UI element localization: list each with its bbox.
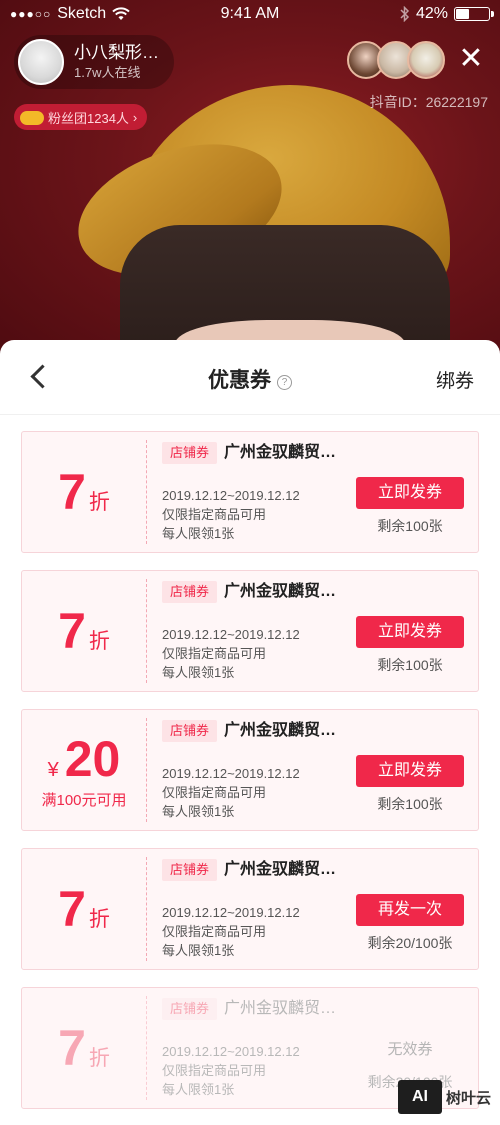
discount-value: 7: [58, 1020, 86, 1076]
coupon-value: ¥ 20 满100元可用: [22, 710, 146, 830]
crown-icon: [20, 109, 44, 125]
sheet-header: 优惠券? 绑券: [0, 340, 500, 415]
claim-limit: 每人限领1张: [162, 526, 235, 541]
claim-limit: 每人限领1张: [162, 1082, 235, 1097]
carrier-label: Sketch: [57, 5, 107, 22]
shop-name: 广州金驭麟贸…: [224, 583, 337, 600]
issue-coupon-button[interactable]: 立即发券: [356, 755, 464, 787]
coupon-sheet: 优惠券? 绑券 7 折 店铺券 广州金驭麟贸… 2019.12.12~2019.…: [0, 340, 500, 1125]
claim-limit: 每人限领1张: [162, 943, 235, 958]
coupon-value: 7 折: [22, 849, 146, 969]
wifi-icon: [112, 7, 130, 20]
coupon-type-tag: 店铺券: [162, 998, 218, 1020]
shop-name: 广州金驭麟贸…: [224, 861, 337, 878]
validity-date: 2019.12.12~2019.12.12: [162, 905, 300, 920]
viewer-avatars[interactable]: [347, 41, 445, 79]
coupon-info: 2019.12.12~2019.12.12 仅限指定商品可用 每人限领1张: [162, 1042, 300, 1099]
coupon-info: 2019.12.12~2019.12.12 仅限指定商品可用 每人限领1张: [162, 903, 300, 960]
usage-scope: 仅限指定商品可用: [162, 785, 267, 800]
dashed-divider: [146, 857, 147, 961]
issue-coupon-button[interactable]: 立即发券: [356, 477, 464, 509]
coupon-card: 7 折 店铺券 广州金驭麟贸… 2019.12.12~2019.12.12 仅限…: [21, 848, 479, 970]
discount-value: 7: [58, 881, 86, 937]
coupon-value: 7 折: [22, 571, 146, 691]
watermark: AI 树叶云: [398, 1080, 491, 1114]
shop-name: 广州金驭麟贸…: [224, 1000, 337, 1017]
signal-icon: ●●●○○: [10, 7, 52, 21]
bluetooth-icon: [400, 6, 410, 22]
sheet-title: 优惠券?: [0, 364, 500, 394]
bind-coupon-link[interactable]: 绑券: [436, 366, 474, 393]
watermark-logo: AI: [398, 1080, 442, 1114]
claim-limit: 每人限领1张: [162, 665, 235, 680]
coupon-value: 7 折: [22, 988, 146, 1108]
coupon-type-tag: 店铺券: [162, 859, 218, 881]
coupon-card: ¥ 20 满100元可用 店铺券 广州金驭麟贸… 2019.12.12~2019…: [21, 709, 479, 831]
dashed-divider: [146, 996, 147, 1100]
dashed-divider: [146, 440, 147, 544]
chevron-right-icon: ›: [132, 109, 138, 125]
viewer-avatar[interactable]: [407, 41, 445, 79]
coupon-type-tag: 店铺券: [162, 442, 218, 464]
remaining-count: 剩余100张: [377, 657, 443, 673]
usage-scope: 仅限指定商品可用: [162, 924, 267, 939]
dashed-divider: [146, 579, 147, 683]
shop-name: 广州金驭麟贸…: [224, 444, 337, 461]
usage-condition: 满100元可用: [41, 791, 127, 809]
coupon-type-tag: 店铺券: [162, 581, 218, 603]
dashed-divider: [146, 718, 147, 822]
status-bar: ●●●○○ Sketch 9:41 AM 42%: [0, 0, 500, 28]
usage-scope: 仅限指定商品可用: [162, 507, 267, 522]
close-icon[interactable]: ✕: [456, 40, 486, 80]
fans-club-label: 粉丝团1234人: [48, 110, 129, 126]
issue-coupon-button[interactable]: 立即发券: [356, 616, 464, 648]
discount-unit: 折: [88, 1047, 110, 1070]
coupon-info: 2019.12.12~2019.12.12 仅限指定商品可用 每人限领1张: [162, 764, 300, 821]
online-count: 1.7w人在线: [74, 65, 141, 80]
watermark-text: 树叶云: [446, 1089, 492, 1107]
douyin-id: 抖音ID：26222197: [369, 94, 488, 110]
shop-name: 广州金驭麟贸…: [224, 722, 337, 739]
coupon-value: 7 折: [22, 432, 146, 552]
remaining-count: 剩余20/100张: [367, 935, 453, 951]
validity-date: 2019.12.12~2019.12.12: [162, 627, 300, 642]
discount-unit: 折: [88, 491, 110, 514]
currency-symbol: ¥: [47, 758, 59, 781]
host-name: 小八梨形…: [74, 43, 159, 62]
discount-value: 7: [58, 603, 86, 659]
remaining-count: 剩余100张: [377, 518, 443, 534]
discount-unit: 折: [88, 908, 110, 931]
fans-club-badge[interactable]: 粉丝团1234人 ›: [14, 104, 148, 130]
coupon-type-tag: 店铺券: [162, 720, 218, 742]
discount-value: 7: [58, 464, 86, 520]
coupon-info: 2019.12.12~2019.12.12 仅限指定商品可用 每人限领1张: [162, 486, 300, 543]
reissue-coupon-button[interactable]: 再发一次: [356, 894, 464, 926]
sheet-title-text: 优惠券: [208, 369, 271, 392]
usage-scope: 仅限指定商品可用: [162, 1063, 267, 1078]
host-info-pill[interactable]: 小八梨形… 1.7w人在线: [14, 35, 174, 89]
coupon-card: 7 折 店铺券 广州金驭麟贸… 2019.12.12~2019.12.12 仅限…: [21, 431, 479, 553]
discount-unit: 折: [88, 630, 110, 653]
usage-scope: 仅限指定商品可用: [162, 646, 267, 661]
validity-date: 2019.12.12~2019.12.12: [162, 766, 300, 781]
battery-icon: [454, 7, 494, 21]
amount-value: 20: [64, 730, 121, 787]
invalid-status: 无效券: [387, 1041, 433, 1058]
coupon-info: 2019.12.12~2019.12.12 仅限指定商品可用 每人限领1张: [162, 625, 300, 682]
validity-date: 2019.12.12~2019.12.12: [162, 1044, 300, 1059]
claim-limit: 每人限领1张: [162, 804, 235, 819]
remaining-count: 剩余100张: [377, 796, 443, 812]
host-avatar[interactable]: [18, 39, 64, 85]
help-icon[interactable]: ?: [277, 375, 292, 390]
battery-percent: 42%: [415, 5, 448, 22]
validity-date: 2019.12.12~2019.12.12: [162, 488, 300, 503]
coupon-card: 7 折 店铺券 广州金驭麟贸… 2019.12.12~2019.12.12 仅限…: [21, 570, 479, 692]
